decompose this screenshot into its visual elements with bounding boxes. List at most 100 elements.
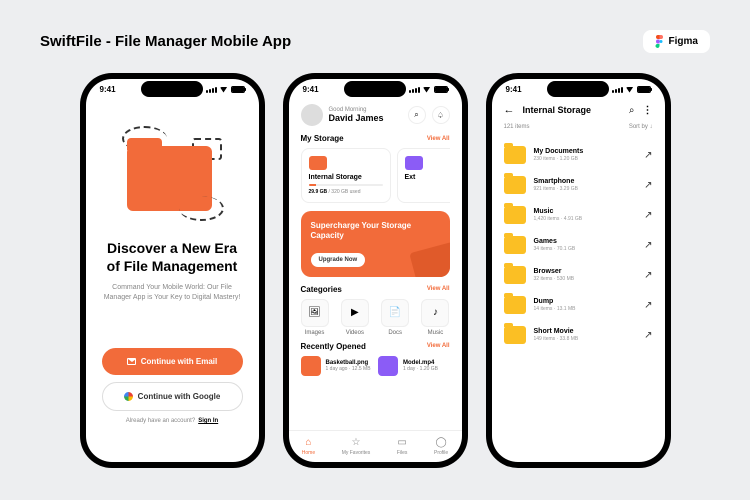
folder-illustration (117, 126, 227, 221)
recent-file[interactable]: Basketball.png1 day ago · 12.5 MB (301, 356, 373, 376)
category-images[interactable]: 🖼Images (301, 299, 329, 336)
folder-icon (504, 326, 526, 344)
nav-profile[interactable]: ◯Profile (434, 437, 448, 456)
phone-onboarding: 9:41 Discover a New Era of File Manageme… (80, 73, 265, 468)
page-title: SwiftFile - File Manager Mobile App (40, 33, 291, 50)
folder-row[interactable]: My Documents230 items · 1.20 GB ↗ (504, 140, 653, 170)
figma-badge: Figma (643, 30, 710, 53)
search-icon: ⌕ (414, 110, 418, 120)
battery-icon (434, 86, 448, 93)
arrow-icon: ↗ (644, 330, 652, 341)
continue-email-button[interactable]: Continue with Email (102, 348, 243, 375)
username: David James (329, 113, 402, 123)
folder-name: Smartphone (534, 178, 637, 185)
email-btn-label: Continue with Email (141, 357, 217, 366)
sort-button[interactable]: Sort by ↓ (629, 124, 653, 130)
onboarding-sub: Command Your Mobile World: Our File Mana… (102, 283, 243, 303)
arrow-icon: ↗ (644, 300, 652, 311)
continue-google-button[interactable]: Continue with Google (102, 382, 243, 411)
folder-row[interactable]: Browser32 items · 530 MB↗ (504, 260, 653, 290)
onboarding-headline: Discover a New Era of File Management (102, 239, 243, 275)
folder-meta: 230 items · 1.20 GB (534, 156, 637, 162)
phone-storage: 9:41 ← Internal Storage ⌕ ⋮ 121 items So… (486, 73, 671, 468)
wifi-icon (220, 87, 228, 93)
folder-icon (405, 156, 423, 170)
view-all-link[interactable]: View All (427, 286, 450, 292)
folder-icon (309, 156, 327, 170)
folder-name: Browser (534, 268, 637, 275)
doc-icon: 📄 (381, 299, 409, 327)
signin-link[interactable]: Sign In (198, 418, 218, 424)
wifi-icon (423, 87, 431, 93)
folder-name: Games (534, 238, 637, 245)
mail-icon (127, 358, 136, 365)
arrow-icon: ↗ (644, 240, 652, 251)
signal-icon (612, 87, 623, 93)
folder-row[interactable]: Dump14 items · 13.1 MB ↗ (504, 290, 653, 320)
nav-home[interactable]: ⌂Home (302, 437, 315, 456)
google-btn-label: Continue with Google (138, 392, 221, 401)
folder-row[interactable]: Smartphone921 items · 3.29 GB ↗ (504, 170, 653, 200)
categories-label: Categories (301, 285, 342, 294)
folder-icon (409, 242, 450, 277)
nav-files[interactable]: ▭Files (397, 437, 408, 456)
folder-meta: 34 items · 70.1 GB (534, 246, 637, 252)
folder-icon (504, 146, 526, 164)
battery-icon (231, 86, 245, 93)
nav-favorites[interactable]: ☆My Favorites (342, 437, 371, 456)
upgrade-button[interactable]: Upgrade Now (311, 253, 366, 267)
bell-icon: ♤ (437, 111, 444, 120)
folder-icon (504, 206, 526, 224)
folder-icon (504, 176, 526, 194)
folder-icon (504, 266, 526, 284)
wifi-icon (626, 87, 634, 93)
search-button[interactable]: ⌕ (408, 106, 426, 124)
status-time: 9:41 (100, 85, 116, 94)
category-videos[interactable]: ▶Videos (341, 299, 369, 336)
image-icon: 🖼 (301, 299, 329, 327)
storage-name: Internal Storage (309, 174, 383, 181)
back-button[interactable]: ← (504, 104, 515, 116)
file-thumb (378, 356, 398, 376)
storage-card-internal[interactable]: Internal Storage 29.9 GB / 320 GB used (301, 148, 391, 203)
category-music[interactable]: ♪Music (421, 299, 449, 336)
folder-name: My Documents (534, 148, 637, 155)
figma-icon (655, 35, 664, 48)
folder-row[interactable]: Short Movie149 items · 33.8 MB ↗ (504, 320, 653, 350)
folder-name: Short Movie (534, 328, 637, 335)
arrow-icon: ↗ (644, 150, 652, 161)
folder-meta: 149 items · 33.8 MB (534, 336, 637, 342)
folder-meta: 14 items · 13.1 MB (534, 306, 637, 312)
folder-name: Music (534, 208, 637, 215)
folder-row[interactable]: Music1,420 items · 4.91 GB↗ (504, 200, 653, 230)
folder-name: Dump (534, 298, 637, 305)
promo-title: Supercharge Your Storage Capacity (311, 221, 440, 242)
battery-icon (637, 86, 651, 93)
promo-card[interactable]: Supercharge Your Storage Capacity Upgrad… (301, 211, 450, 277)
arrow-icon: ↗ (644, 210, 652, 221)
video-icon: ▶ (341, 299, 369, 327)
phone-home: 9:41 Good Morning David James ⌕ ♤ My Sto… (283, 73, 468, 468)
category-docs[interactable]: 📄Docs (381, 299, 409, 336)
storage-name: Ext (405, 174, 450, 181)
notifications-button[interactable]: ♤ (432, 106, 450, 124)
search-button[interactable]: ⌕ (629, 105, 635, 116)
view-all-link[interactable]: View All (427, 343, 450, 349)
view-all-link[interactable]: View All (427, 136, 450, 142)
figma-label: Figma (669, 36, 698, 47)
recent-label: Recently Opened (301, 342, 366, 351)
folder-meta: 921 items · 3.29 GB (534, 186, 637, 192)
home-icon: ⌂ (305, 437, 311, 448)
avatar[interactable] (301, 104, 323, 126)
file-thumb (301, 356, 321, 376)
status-time: 9:41 (303, 85, 319, 94)
star-icon: ☆ (352, 437, 361, 448)
folder-row[interactable]: Games34 items · 70.1 GB ↗ (504, 230, 653, 260)
signal-icon (206, 87, 217, 93)
storage-card-external[interactable]: Ext (397, 148, 450, 203)
item-count: 121 items (504, 124, 530, 130)
more-button[interactable]: ⋮ (643, 105, 653, 116)
arrow-icon: ↗ (644, 180, 652, 191)
status-time: 9:41 (506, 85, 522, 94)
recent-file[interactable]: Model.mp41 day · 1.20 GB (378, 356, 450, 376)
